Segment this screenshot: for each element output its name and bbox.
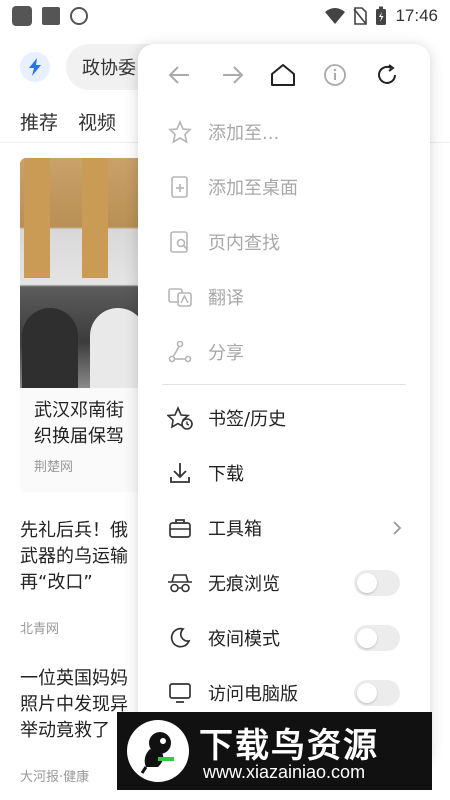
back-arrow-icon[interactable] (162, 58, 196, 92)
bolt-icon[interactable] (20, 52, 50, 82)
menu-item-incognito[interactable]: 无痕浏览 (138, 555, 430, 610)
notification-icon (42, 7, 60, 25)
menu-divider (162, 384, 406, 385)
refresh-icon[interactable] (370, 58, 404, 92)
watermark-title: 下载鸟资源 (199, 726, 379, 766)
wifi-icon (325, 8, 346, 24)
find-in-page-icon (166, 228, 194, 256)
menu-item-add-to-desktop[interactable]: 添加至桌面 (138, 159, 430, 214)
forward-arrow-icon[interactable] (216, 58, 250, 92)
add-to-desktop-icon (166, 173, 194, 201)
share-icon (166, 338, 194, 366)
desktop-icon (166, 679, 194, 707)
menu-item-add-to[interactable]: 添加至... (138, 104, 430, 159)
bookmark-history-icon (166, 404, 194, 432)
tab-video[interactable]: 视频 (78, 108, 116, 135)
search-text: 政协委 (82, 58, 136, 79)
download-icon (166, 459, 194, 487)
incognito-toggle[interactable] (354, 569, 400, 596)
status-bar: 17:46 (0, 0, 450, 32)
menu-item-share[interactable]: 分享 (138, 324, 430, 379)
no-sim-icon (353, 7, 368, 25)
info-icon[interactable] (318, 58, 352, 92)
star-add-icon (166, 118, 194, 146)
menu-item-download[interactable]: 下载 (138, 445, 430, 500)
menu-item-night-mode[interactable]: 夜间模式 (138, 610, 430, 665)
app-notification-icon (12, 6, 32, 26)
chevron-right-icon (393, 520, 402, 535)
desktop-site-toggle[interactable] (354, 679, 400, 706)
translate-icon (166, 283, 194, 311)
watermark-url: www.xiazainiao.com (203, 762, 366, 782)
shield-icon (70, 7, 88, 25)
incognito-icon (166, 569, 194, 597)
channel-tabs: 推荐 视频 (20, 108, 116, 135)
news-source: 大河报·健康 (20, 770, 90, 785)
battery-icon (376, 6, 387, 25)
menu-item-toolbox[interactable]: 工具箱 (138, 500, 430, 555)
tab-recommend[interactable]: 推荐 (20, 108, 58, 135)
menu-item-bookmarks-history[interactable]: 书签/历史 (138, 390, 430, 445)
browser-menu: 添加至... 添加至桌面 页内查找 翻译 分享 书签/历史 下载 工具箱 无痕浏… (138, 44, 430, 764)
home-icon[interactable] (266, 58, 300, 92)
night-mode-toggle[interactable] (354, 624, 400, 651)
watermark-banner: 下载鸟资源 www.xiazainiao.com (117, 712, 432, 790)
bird-logo-icon (127, 720, 189, 782)
news-source: 北青网 (20, 622, 60, 637)
toolbox-icon (166, 514, 194, 542)
menu-nav-row (138, 58, 430, 92)
status-time: 17:46 (395, 6, 438, 25)
moon-icon (166, 624, 194, 652)
menu-item-translate[interactable]: 翻译 (138, 269, 430, 324)
menu-item-find-in-page[interactable]: 页内查找 (138, 214, 430, 269)
